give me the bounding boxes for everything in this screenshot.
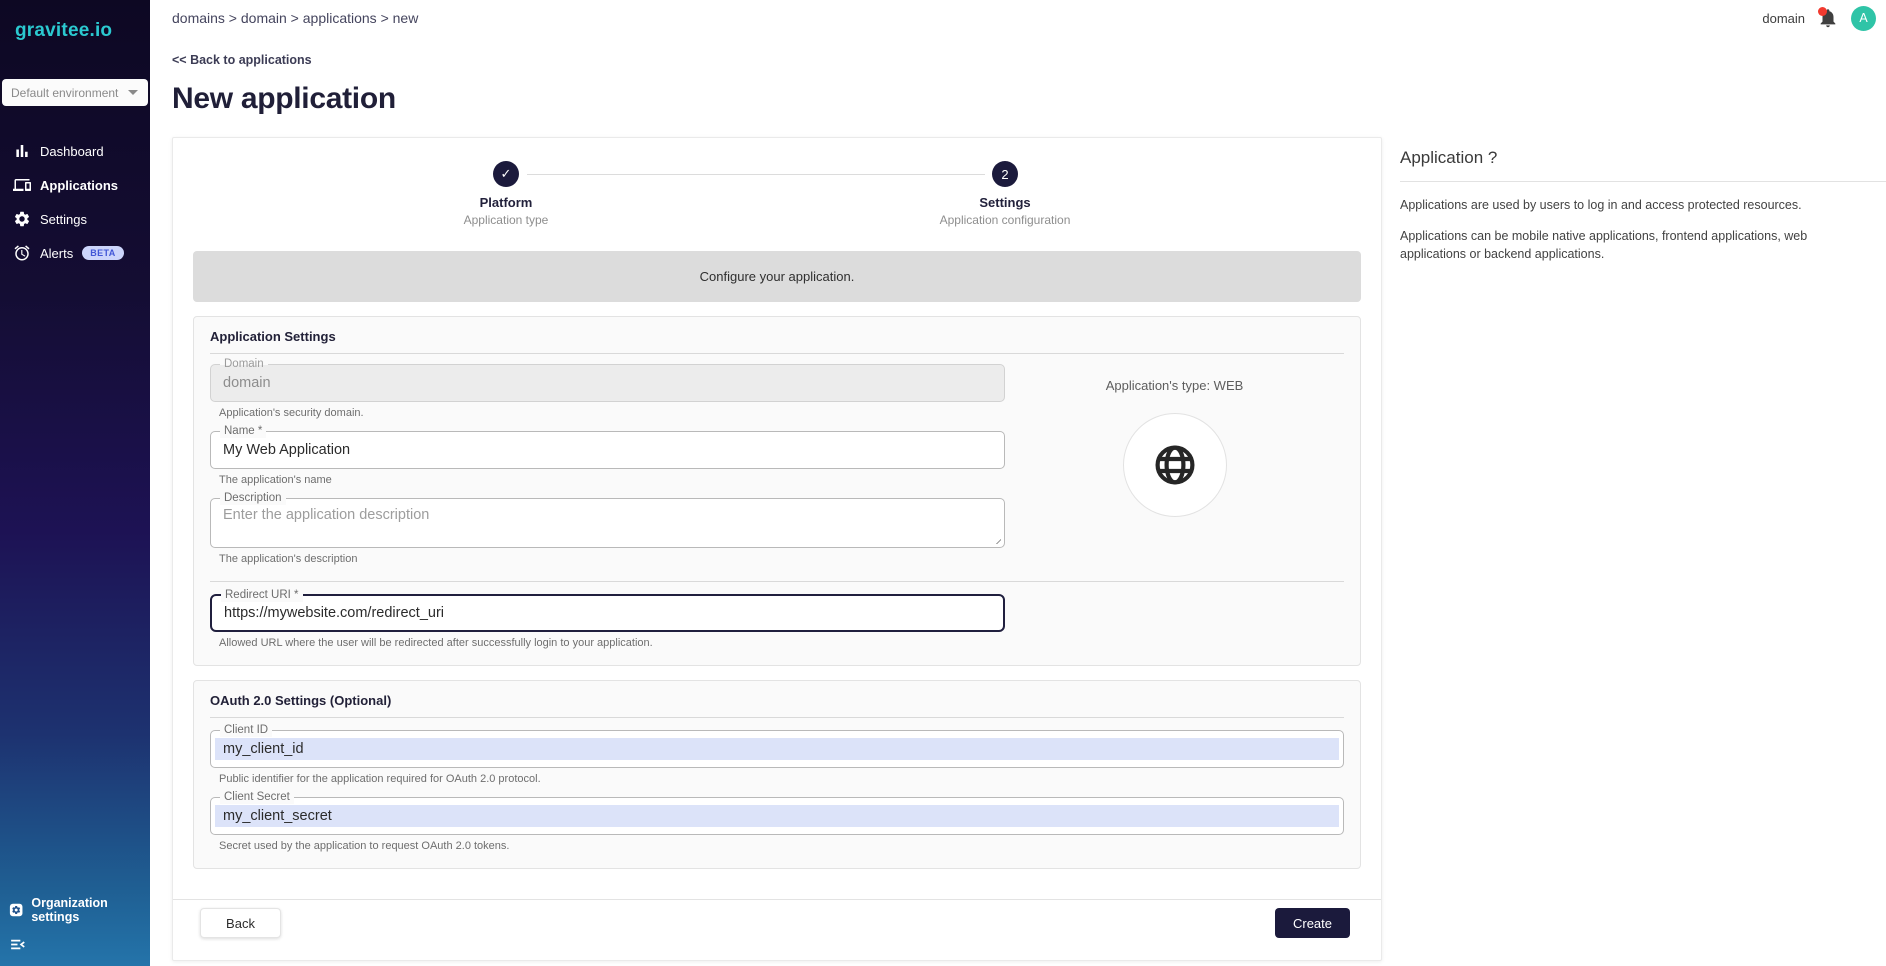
section-title: OAuth 2.0 Settings (Optional) xyxy=(210,693,1344,718)
sidebar-item-label: Alerts xyxy=(40,246,73,261)
application-type-label: Application's type: WEB xyxy=(1106,378,1244,393)
back-button[interactable]: Back xyxy=(200,908,281,938)
field-placeholder: Enter the application description xyxy=(223,507,429,523)
help-paragraph: Applications can be mobile native applic… xyxy=(1400,227,1886,263)
field-label: Client ID xyxy=(220,724,272,737)
step-sublabel: Application type xyxy=(386,213,626,227)
environment-select[interactable]: Default environment xyxy=(2,79,148,106)
application-type-column: Application's type: WEB xyxy=(1005,354,1344,565)
step-label: Platform xyxy=(386,195,626,210)
redirect-fields: Redirect URI * https://mywebsite.com/red… xyxy=(210,594,1005,632)
client-secret-hint: Secret used by the application to reques… xyxy=(219,840,1344,852)
configure-banner: Configure your application. xyxy=(193,251,1361,302)
client-secret-input[interactable]: Client Secret my_client_secret xyxy=(210,797,1344,835)
body-row: ✓ 2 Platform Application type Settings A… xyxy=(172,137,1886,961)
field-value: my_client_secret xyxy=(223,808,332,824)
gravitee-logo[interactable]: gravitee.io xyxy=(0,0,150,42)
field-label: Description xyxy=(220,492,286,505)
breadcrumb[interactable]: domains > domain > applications > new xyxy=(172,10,418,26)
globe-icon xyxy=(1151,441,1199,489)
settings-row: Domain domain Application's security dom… xyxy=(210,354,1344,565)
field-value: My Web Application xyxy=(223,442,350,458)
application-settings-section: Application Settings Domain domain Appli… xyxy=(193,316,1361,666)
help-paragraph: Applications are used by users to log in… xyxy=(1400,196,1886,214)
field-value: domain xyxy=(223,375,271,391)
sidebar-nav: Dashboard Applications Settings Alerts xyxy=(0,134,150,270)
name-hint: The application's name xyxy=(219,474,1005,486)
section-title: Application Settings xyxy=(210,329,1344,354)
field-label: Client Secret xyxy=(220,791,294,804)
create-button[interactable]: Create xyxy=(1275,908,1350,938)
redirect-uri-input[interactable]: Redirect URI * https://mywebsite.com/red… xyxy=(210,594,1005,632)
field-value: https://mywebsite.com/redirect_uri xyxy=(224,605,444,621)
help-panel-divider xyxy=(1400,181,1886,182)
description-hint: The application's description xyxy=(219,553,1005,565)
domain-input: Domain domain xyxy=(210,364,1005,402)
alarm-icon xyxy=(13,244,31,262)
topbar-right: domain A xyxy=(1762,6,1876,31)
autofill-highlight: my_client_id xyxy=(215,738,1339,760)
autofill-highlight: my_client_secret xyxy=(215,805,1339,827)
devices-icon xyxy=(13,176,31,194)
topbar: domains > domain > applications > new do… xyxy=(150,0,1886,36)
field-label: Redirect URI * xyxy=(221,589,303,602)
organization-settings-item[interactable]: Organization settings xyxy=(0,890,150,932)
field-label: Name * xyxy=(220,425,266,438)
bar-chart-icon xyxy=(13,142,31,160)
stepper: ✓ 2 Platform Application type Settings A… xyxy=(173,138,1381,236)
step-settings-labels: Settings Application configuration xyxy=(885,195,1125,227)
field-value: my_client_id xyxy=(223,741,304,757)
main-area: domains > domain > applications > new do… xyxy=(150,0,1886,966)
resize-handle[interactable] xyxy=(992,535,1001,544)
org-gear-icon xyxy=(9,902,23,918)
domain-hint: Application's security domain. xyxy=(219,407,1005,419)
step-platform-circle[interactable]: ✓ xyxy=(493,161,519,187)
step-label: Settings xyxy=(885,195,1125,210)
back-to-applications-link[interactable]: << Back to applications xyxy=(172,53,312,67)
page-content: << Back to applications New application … xyxy=(150,36,1886,961)
environment-select-value: Default environment xyxy=(11,86,118,100)
step-sublabel: Application configuration xyxy=(885,213,1125,227)
sidebar-item-label: Settings xyxy=(40,212,87,227)
gear-icon xyxy=(13,210,31,228)
sidebar-item-label: Applications xyxy=(40,178,118,193)
application-type-avatar xyxy=(1123,413,1227,517)
step-settings-circle[interactable]: 2 xyxy=(992,161,1018,187)
avatar[interactable]: A xyxy=(1851,6,1876,31)
notifications-button[interactable] xyxy=(1817,7,1839,29)
oauth-settings-section: OAuth 2.0 Settings (Optional) Client ID … xyxy=(193,680,1361,869)
beta-badge: BETA xyxy=(82,246,123,260)
sidebar-item-alerts[interactable]: Alerts BETA xyxy=(0,236,150,270)
field-label: Domain xyxy=(220,358,268,371)
current-domain-label: domain xyxy=(1762,11,1805,26)
sidebar-footer: Organization settings xyxy=(0,890,150,962)
collapse-sidebar-button[interactable] xyxy=(0,932,34,962)
organization-settings-label: Organization settings xyxy=(31,896,146,924)
fields-column: Domain domain Application's security dom… xyxy=(210,354,1005,565)
chevron-down-icon xyxy=(128,90,138,95)
step-platform-labels: Platform Application type xyxy=(386,195,626,227)
name-input[interactable]: Name * My Web Application xyxy=(210,431,1005,469)
sidebar: gravitee.io Default environment Dashboar… xyxy=(0,0,150,966)
sidebar-item-applications[interactable]: Applications xyxy=(0,168,150,202)
actions-bar: Back Create xyxy=(173,900,1381,938)
sidebar-item-settings[interactable]: Settings xyxy=(0,202,150,236)
client-id-input[interactable]: Client ID my_client_id xyxy=(210,730,1344,768)
page-title: New application xyxy=(172,82,1886,116)
notification-dot xyxy=(1818,7,1827,16)
help-panel: Application ? Applications are used by u… xyxy=(1400,137,1886,276)
sidebar-item-dashboard[interactable]: Dashboard xyxy=(0,134,150,168)
redirect-uri-hint: Allowed URL where the user will be redir… xyxy=(219,637,1344,649)
stepper-connector xyxy=(527,174,985,175)
section-divider xyxy=(210,581,1344,582)
description-textarea[interactable]: Description Enter the application descri… xyxy=(210,498,1005,548)
wizard-card: ✓ 2 Platform Application type Settings A… xyxy=(172,137,1382,961)
app-root: gravitee.io Default environment Dashboar… xyxy=(0,0,1886,966)
client-id-hint: Public identifier for the application re… xyxy=(219,773,1344,785)
help-panel-title: Application ? xyxy=(1400,148,1886,168)
menu-collapse-icon xyxy=(9,936,26,953)
sidebar-item-label: Dashboard xyxy=(40,144,104,159)
